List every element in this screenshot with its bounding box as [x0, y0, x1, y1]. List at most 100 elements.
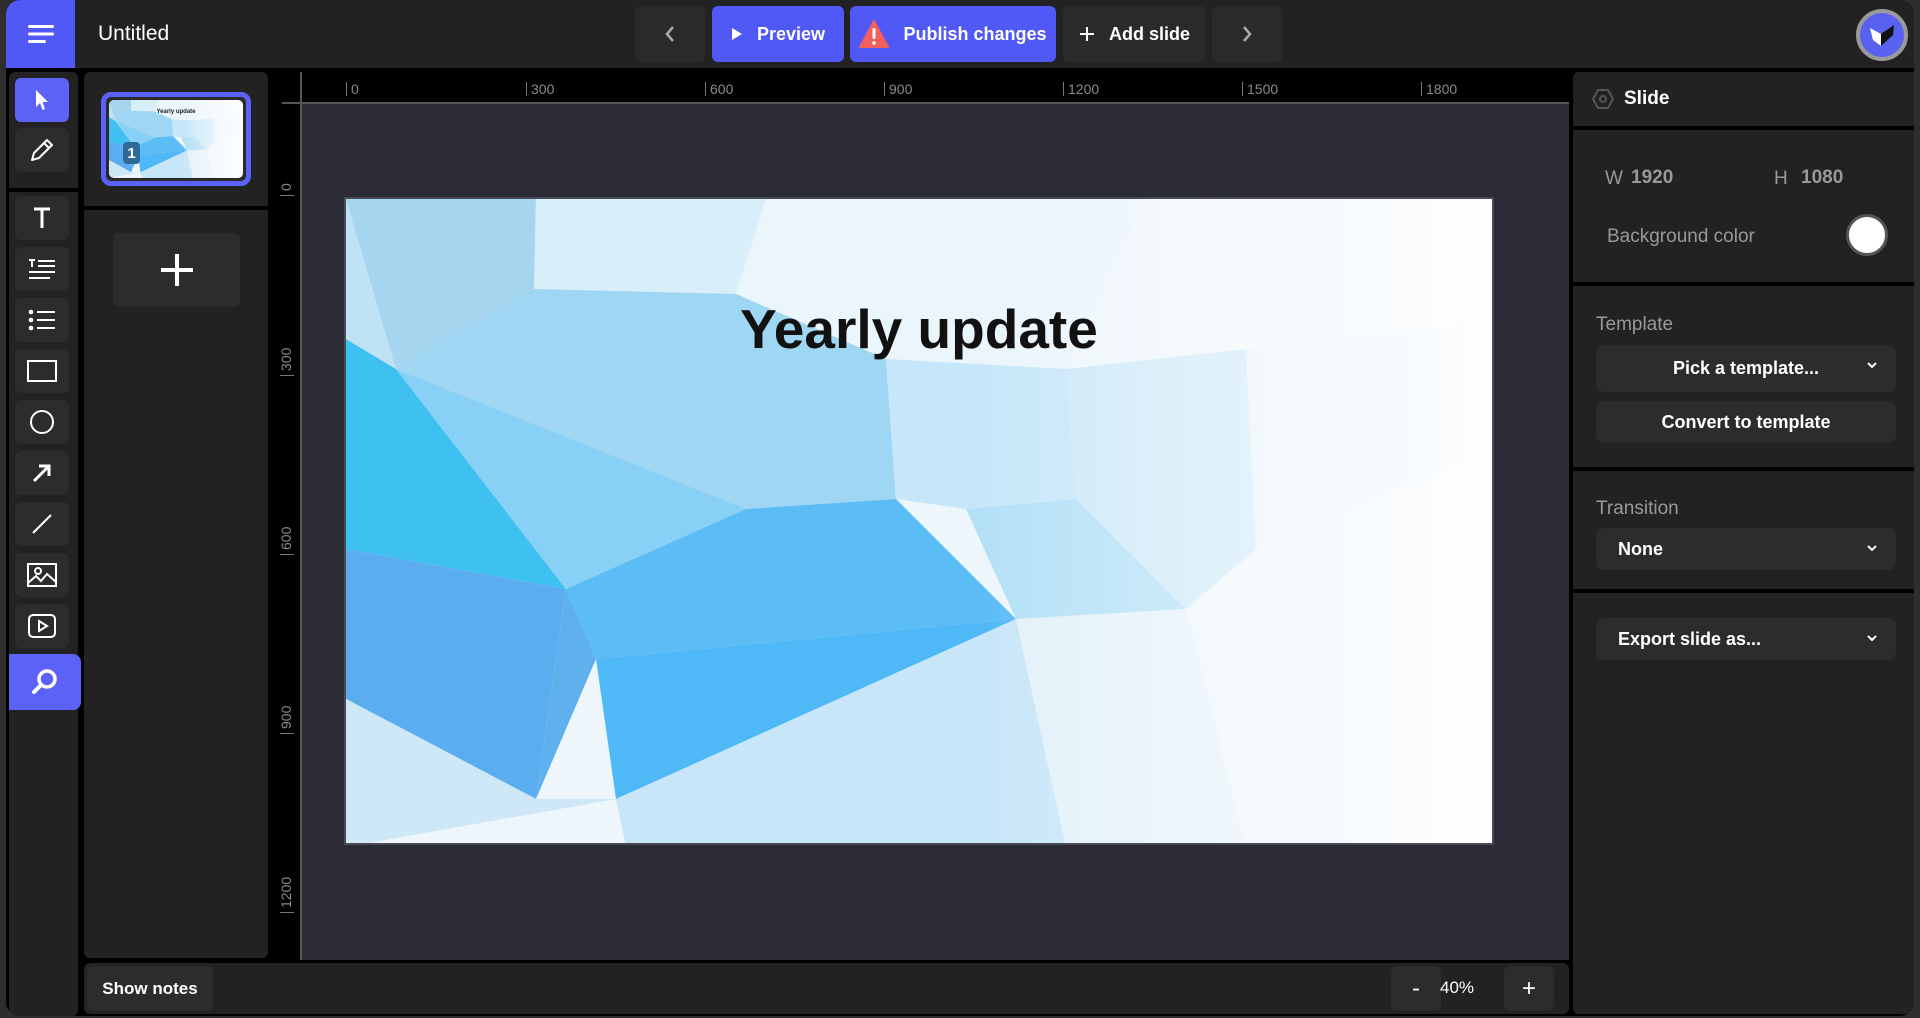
rectangle-tool[interactable] — [15, 349, 69, 393]
height-value[interactable]: 1080 — [1801, 167, 1843, 189]
inspector-divider — [1573, 282, 1914, 286]
top-bar: Untitled Preview Publish changes Add sli… — [6, 0, 1914, 68]
width-value[interactable]: 1920 — [1631, 167, 1673, 189]
slide-canvas[interactable]: Yearly update — [302, 104, 1569, 960]
ruler-tick-label: 1200 — [278, 876, 294, 908]
zoom-level: 40% — [1440, 978, 1475, 997]
plus-icon — [160, 254, 193, 286]
ruler-tick: 1800 — [1421, 82, 1457, 96]
publish-label: Publish changes — [903, 23, 1047, 44]
bottom-bar: Show notes - 40% + — [84, 963, 1569, 1014]
slide-thumbnail[interactable]: Yearly update 1 — [101, 92, 251, 186]
document-title[interactable]: Untitled — [98, 22, 169, 46]
inspector-title: Slide — [1624, 88, 1670, 109]
ruler-tick-label: 300 — [278, 347, 294, 371]
paragraph-tool[interactable] — [15, 247, 69, 291]
main-menu-button[interactable] — [6, 0, 75, 68]
inspector-divider — [1573, 126, 1914, 130]
slide-title-text[interactable]: Yearly update — [346, 297, 1492, 361]
search-icon — [32, 669, 57, 694]
inspector-header: Slide — [1592, 88, 1669, 110]
add-slide-tile[interactable] — [113, 233, 240, 307]
paragraph-icon — [29, 259, 55, 279]
inspector-divider — [1573, 589, 1914, 593]
add-slide-label: Add slide — [1108, 23, 1190, 44]
preview-button[interactable]: Preview — [712, 6, 844, 62]
rectangle-icon — [27, 360, 57, 382]
thumbnail-title: Yearly update — [156, 109, 196, 115]
plus-icon — [1079, 26, 1095, 42]
chevron-left-icon — [665, 26, 674, 42]
search-tool[interactable] — [9, 654, 81, 710]
thumbnails-divider — [84, 206, 268, 210]
ruler-tick: 600 — [705, 82, 733, 96]
image-tool[interactable] — [15, 553, 69, 597]
select-tool[interactable] — [15, 78, 69, 122]
slide[interactable]: Yearly update — [344, 197, 1494, 845]
slide-settings-icon — [1592, 89, 1614, 109]
ruler-tick: 1200 — [278, 877, 294, 913]
width-label: W — [1605, 168, 1623, 189]
transition-select[interactable]: None — [1596, 528, 1896, 570]
app-window: Untitled Preview Publish changes Add sli… — [6, 0, 1914, 1016]
ruler-tick: 0 — [278, 182, 294, 196]
ellipse-tool[interactable] — [15, 400, 69, 444]
height-label: H — [1774, 168, 1788, 189]
arrow-tool[interactable] — [15, 451, 69, 495]
ruler-tick: 600 — [278, 527, 294, 555]
hamburger-icon — [27, 25, 54, 43]
export-select-label: Export slide as... — [1618, 628, 1762, 649]
chevron-down-icon — [1867, 635, 1877, 642]
tool-sidebar — [9, 72, 81, 1016]
ruler-tick: 0 — [346, 82, 359, 96]
transition-label: Transition — [1596, 498, 1679, 519]
chevron-down-icon — [1867, 362, 1877, 369]
slide-thumbnails-panel: Yearly update 1 — [84, 72, 268, 958]
ruler-tick: 1200 — [1063, 82, 1099, 96]
ruler-tick-label: 900 — [278, 705, 294, 729]
template-select-value: Pick a template... — [1672, 358, 1820, 378]
thumbnail-preview: Yearly update 1 — [109, 100, 243, 178]
ruler-tick: 900 — [278, 706, 294, 734]
pencil-icon — [31, 139, 53, 161]
inspector-panel: Slide W 1920 H 1080 Background color Tem… — [1573, 72, 1914, 1014]
line-icon — [32, 514, 52, 534]
logo-check-icon — [1870, 25, 1894, 46]
list-icon — [28, 309, 55, 331]
pen-tool[interactable] — [15, 128, 69, 172]
convert-to-template-button[interactable]: Convert to template — [1596, 401, 1896, 443]
preview-label: Preview — [756, 23, 826, 44]
slide-number-badge: 1 — [123, 142, 140, 164]
tools-divider — [9, 188, 78, 192]
previous-slide-button[interactable] — [635, 6, 705, 62]
ruler-tick: 300 — [278, 348, 294, 376]
text-tool[interactable] — [15, 196, 69, 240]
publish-changes-button[interactable]: Publish changes — [850, 6, 1056, 62]
video-tool[interactable] — [15, 604, 69, 648]
zoom-in-button[interactable]: + — [1504, 966, 1554, 1011]
line-tool[interactable] — [15, 502, 69, 546]
ruler-tick: 300 — [526, 82, 554, 96]
chevron-right-icon — [1243, 26, 1252, 42]
slide-background-image — [346, 199, 1492, 843]
transition-select-value: None — [1618, 538, 1663, 559]
convert-label: Convert to template — [1661, 411, 1831, 432]
ruler-tick: 1500 — [1242, 82, 1278, 96]
text-icon — [34, 207, 50, 228]
next-slide-button[interactable] — [1212, 6, 1282, 62]
add-slide-button[interactable]: Add slide — [1063, 6, 1206, 62]
circle-icon — [30, 410, 54, 434]
background-color-swatch[interactable] — [1846, 214, 1888, 256]
show-notes-button[interactable]: Show notes — [87, 966, 213, 1011]
canvas-area: 0 300 600 900 1200 1500 1800 0 300 600 9… — [272, 72, 1569, 960]
arrow-icon — [32, 464, 51, 483]
list-tool[interactable] — [15, 298, 69, 342]
chevron-down-icon — [1867, 545, 1877, 552]
user-avatar[interactable] — [1856, 9, 1908, 61]
warning-icon — [859, 20, 890, 48]
zoom-out-button[interactable]: - — [1391, 966, 1441, 1011]
play-icon — [731, 27, 743, 41]
ruler-tick-label: 600 — [278, 526, 294, 550]
template-select[interactable]: Pick a template... — [1596, 345, 1896, 392]
export-slide-select[interactable]: Export slide as... — [1596, 618, 1896, 660]
